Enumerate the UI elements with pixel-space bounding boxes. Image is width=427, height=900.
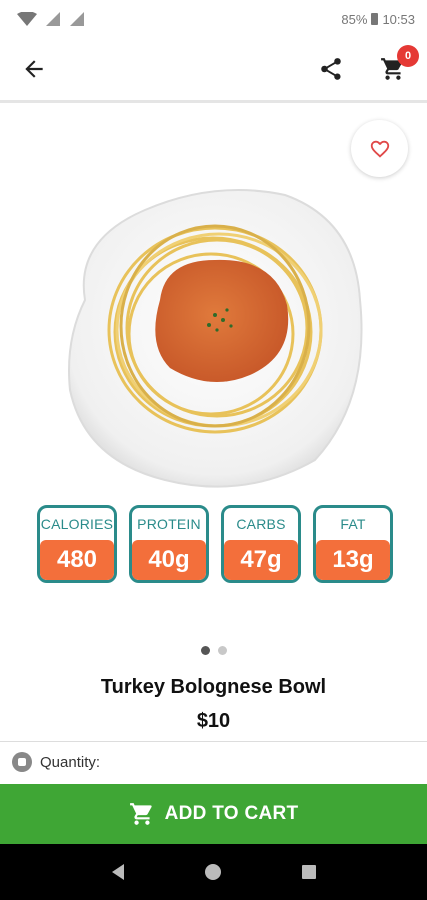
carousel-dot-2[interactable]	[217, 646, 227, 655]
macro-value: 40g	[132, 540, 206, 580]
favorite-button[interactable]	[351, 120, 408, 177]
carousel-dot-1[interactable]	[200, 646, 210, 655]
bolognese-sauce	[155, 259, 289, 383]
macro-calories: CALORIES 480	[37, 505, 117, 583]
status-icons-right: 85% 10:53	[341, 12, 415, 27]
recents-square-icon[interactable]	[299, 862, 319, 882]
macro-carbs: CARBS 47g	[221, 505, 301, 583]
cart-count-badge: 0	[397, 45, 419, 67]
product-image[interactable]	[55, 180, 375, 500]
macro-label: PROTEIN	[137, 516, 201, 532]
macro-protein: PROTEIN 40g	[129, 505, 209, 583]
status-icons-left	[16, 12, 86, 26]
system-nav-bar	[0, 844, 427, 900]
share-icon	[321, 58, 341, 80]
battery-percent: 85%	[341, 11, 368, 27]
product-title: Turkey Bolognese Bowl	[100, 676, 327, 698]
macro-value: 13g	[316, 540, 390, 580]
back-triangle-icon[interactable]	[108, 862, 128, 882]
cart-icon	[129, 803, 152, 825]
macros-row: CALORIES 480 PROTEIN 40g CARBS 47g FAT 1…	[37, 505, 393, 583]
add-to-cart-label: ADD TO CART	[164, 803, 299, 824]
back-button[interactable]	[16, 51, 52, 87]
macro-label: FAT	[340, 516, 366, 532]
home-circle-icon[interactable]	[203, 862, 223, 882]
status-bar: 85% 10:53	[0, 0, 427, 38]
battery-icon	[371, 13, 379, 25]
heart-icon	[370, 140, 389, 158]
app-bar: 0	[0, 38, 427, 100]
signal-icon	[46, 12, 60, 26]
quantity-divider	[0, 741, 427, 742]
cart-button[interactable]: 0	[375, 45, 419, 87]
macro-value: 47g	[224, 540, 298, 580]
macro-value: 480	[40, 540, 114, 580]
clock: 10:53	[382, 11, 415, 27]
quantity-icon	[12, 752, 32, 772]
quantity-label: Quantity:	[40, 753, 101, 771]
carousel-indicator	[0, 646, 427, 655]
add-to-cart-button[interactable]: ADD TO CART	[0, 784, 427, 844]
product-price: $10	[196, 710, 231, 732]
macro-label: CARBS	[236, 516, 286, 532]
share-button[interactable]	[313, 51, 349, 87]
app-bar-actions: 0	[313, 45, 419, 87]
quantity-row[interactable]: Quantity:	[12, 752, 100, 772]
macro-label: CALORIES	[40, 516, 114, 532]
wifi-icon	[17, 12, 37, 26]
macro-fat: FAT 13g	[313, 505, 393, 583]
back-arrow-icon	[25, 60, 43, 78]
signal-icon-secondary	[70, 12, 84, 26]
header-divider	[0, 100, 427, 103]
